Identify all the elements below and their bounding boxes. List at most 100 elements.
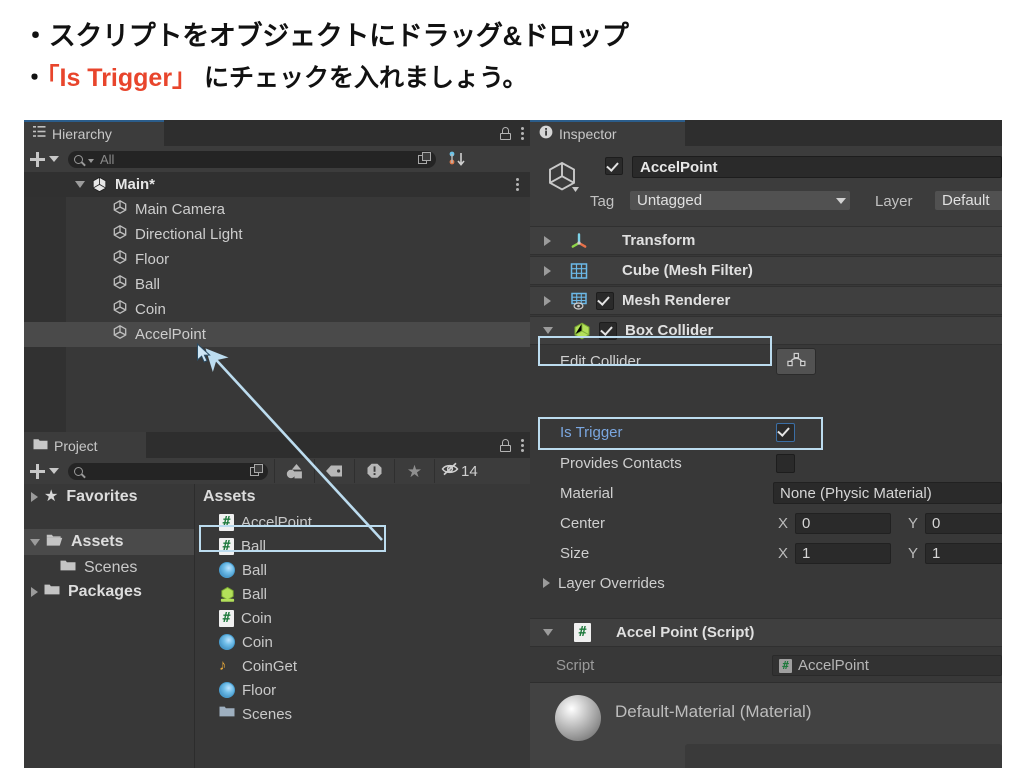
tag-dropdown[interactable]: Untagged [630,191,850,210]
warning-filter-icon[interactable] [354,459,394,483]
chevron-right-icon[interactable] [544,265,551,276]
provides-contacts-checkbox[interactable] [776,453,795,473]
chevron-down-icon [836,197,846,204]
gameobject-cube-icon [112,324,128,345]
chevron-right-icon[interactable] [543,578,550,588]
size-x-input[interactable]: 1 [795,542,891,564]
layer-label: Layer [875,193,913,210]
asset-item-label: AccelPoint [241,513,312,531]
component-header-cube-mesh-filter[interactable]: Cube (Mesh Filter) [530,256,1002,285]
hierarchy-tab-icons [500,120,524,146]
layer-dropdown[interactable]: Default [935,191,1002,210]
label-filter-icon[interactable] [314,459,354,483]
asset-item-label: Ball [242,561,268,579]
kebab-menu-icon[interactable] [521,126,524,140]
hierarchy-item-label: Floor [135,251,170,268]
lock-icon[interactable] [500,438,511,452]
project-search-input[interactable] [68,462,268,480]
expand-icon[interactable] [416,151,434,167]
center-row: Center X 0 Y 0 [530,508,1002,538]
center-y-input[interactable]: 0 [925,512,1002,534]
asset-item-label: Ball [241,537,267,555]
favorite-star-icon[interactable]: ★ [394,459,434,483]
material-preview-title: Default-Material (Material) [615,702,812,721]
asset-item-coinget[interactable]: ♪ CoinGet [195,654,530,678]
project-tree-item-packages[interactable]: Packages [24,579,194,605]
caption-line-2-red: 「Is Trigger」 [47,64,198,92]
component-enabled-checkbox[interactable] [599,321,617,340]
unity-scene-icon [91,176,108,193]
scene-kebab-menu-icon[interactable] [516,178,519,191]
project-tree-pane: ★ Favorites Assets Scenes Packages [24,484,195,768]
center-x-input[interactable]: 0 [795,512,891,534]
tab-inspector[interactable]: Inspector [530,120,685,146]
inspector-gameobject-header: AccelPoint Tag Untagged Layer Default [530,146,1002,226]
project-tree-item-assets[interactable]: Assets [24,529,194,555]
chevron-right-icon[interactable] [31,587,38,597]
provides-contacts-row: Provides Contacts [530,448,1002,478]
folder-icon [60,559,76,577]
project-tabbar: Project [24,432,530,458]
asset-item-floor[interactable]: Floor [195,678,530,702]
project-tree-item-scenes[interactable]: Scenes [24,555,194,581]
hierarchy-item-main-camera[interactable]: Main Camera [24,197,530,222]
chevron-down-icon [49,156,59,162]
edit-collider-button[interactable] [776,347,816,375]
project-add-button[interactable] [24,463,59,479]
chevron-down-icon[interactable] [543,327,553,334]
asset-item-coin[interactable]: # Coin [195,606,530,630]
csharp-script-icon: # [219,609,234,627]
expand-icon[interactable] [248,463,266,479]
hierarchy-scene-row[interactable]: Main* [24,172,530,197]
chevron-down-icon[interactable] [30,538,40,546]
tab-hierarchy[interactable]: Hierarchy [24,120,164,146]
is-trigger-row: Is Trigger [530,417,1002,447]
component-header-transform[interactable]: Transform [530,226,1002,255]
material-object-field[interactable]: None (Physic Material) [773,482,1002,504]
hidden-assets-filter[interactable]: 14 [434,459,484,483]
asset-item-ball[interactable]: Ball [195,558,530,582]
hierarchy-item-ball[interactable]: Ball [24,272,530,297]
is-trigger-checkbox[interactable] [776,422,795,442]
asset-item-accelpoint[interactable]: # AccelPoint [195,510,530,534]
asset-item-coin[interactable]: Coin [195,630,530,654]
chevron-down-icon[interactable] [75,181,85,188]
component-title: Transform [622,232,696,249]
size-y-axis-label: Y [908,544,919,562]
tab-project[interactable]: Project [24,432,146,458]
chevron-right-icon[interactable] [544,295,551,306]
hierarchy-item-floor[interactable]: Floor [24,247,530,272]
asset-item-ball[interactable]: Ball [195,582,530,606]
hierarchy-search-input[interactable]: All [68,150,436,168]
sort-icon[interactable] [448,151,466,167]
asset-item-scenes[interactable]: Scenes [195,702,530,726]
project-asset-pane: Assets # AccelPoint # Ball Ball Ball # Coin Coin… [195,484,530,768]
lock-icon[interactable] [500,126,511,140]
hierarchy-item-accelpoint[interactable]: AccelPoint [24,322,530,347]
kebab-menu-icon[interactable] [521,438,524,452]
component-header-box-collider[interactable]: Box Collider [530,316,1002,345]
prefab-filter-icon[interactable] [274,459,314,483]
gameobject-name-field[interactable]: AccelPoint [632,156,1002,178]
hierarchy-object-list: Main Camera Directional Light Floor Ball Coi… [24,197,530,347]
layer-overrides-label: Layer Overrides [558,574,665,592]
hierarchy-item-directional-light[interactable]: Directional Light [24,222,530,247]
asset-item-label: CoinGet [242,657,298,675]
chevron-down-icon[interactable] [543,629,553,636]
script-field-row: Script # AccelPoint [530,649,1002,682]
hierarchy-add-button[interactable] [24,151,59,167]
component-header-mesh-renderer[interactable]: Mesh Renderer [530,286,1002,315]
project-tree-item-favorites[interactable]: ★ Favorites [24,484,194,510]
component-enabled-checkbox[interactable] [596,291,614,310]
gameobject-cube-icon [112,299,128,320]
layer-overrides-row[interactable]: Layer Overrides [530,568,1002,598]
chevron-right-icon[interactable] [31,492,38,502]
component-header-accel-point-script[interactable]: # Accel Point (Script) [530,618,1002,647]
hierarchy-item-coin[interactable]: Coin [24,297,530,322]
script-object-field[interactable]: # AccelPoint [772,655,1002,676]
size-y-input[interactable]: 1 [925,542,1002,564]
gameobject-enabled-checkbox[interactable] [605,157,623,175]
asset-item-ball[interactable]: # Ball [195,534,530,558]
hidden-eye-icon [441,462,460,481]
chevron-right-icon[interactable] [544,235,551,246]
